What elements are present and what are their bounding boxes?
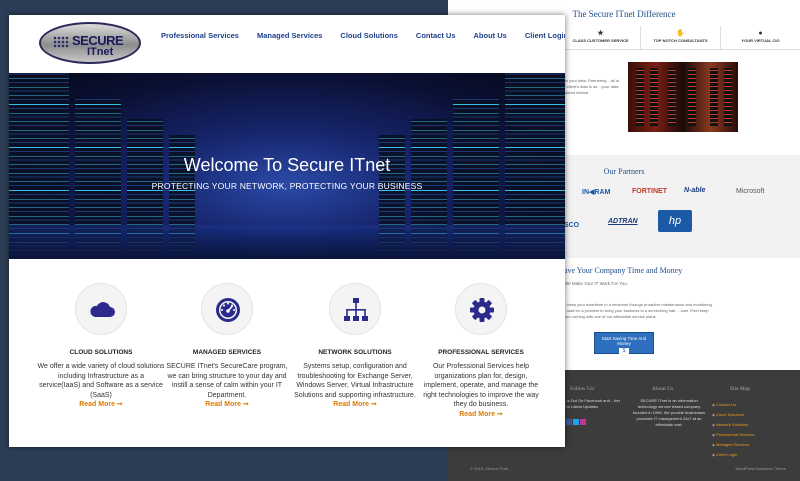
nav-cloud-solutions[interactable]: Cloud Solutions [340, 31, 398, 40]
site-header: SECURE ITnet Professional Services Manag… [9, 15, 565, 73]
sitemap-link[interactable]: Cloud Solutions [712, 410, 755, 420]
service-title: MANAGED SERVICES [192, 349, 262, 356]
tab-customer-service[interactable]: ★ CLASS CUSTOMER SERVICE [560, 26, 640, 49]
follow-title: Follow Us! [570, 386, 595, 392]
hero-title: Welcome To Secure ITnet [183, 155, 391, 175]
service-title: CLOUD SOLUTIONS [69, 349, 133, 356]
sitemap-link[interactable]: Client Login [712, 450, 755, 460]
service-description: SECURE ITnet's SecureCare program, we ca… [166, 363, 288, 408]
star-icon: ★ [597, 30, 604, 37]
tab-virtual-cio[interactable]: ● YOUR VIRTUAL CIO [720, 26, 800, 49]
facebook-icon[interactable] [566, 419, 572, 425]
service-title: NETWORK SOLUTIONS [318, 349, 392, 356]
hero-subtitle: PROTECTING YOUR NETWORK, PROTECTING YOUR… [151, 181, 423, 191]
about-text: SECURE ITnet is an information technolog… [632, 398, 706, 427]
service-icon-circle[interactable] [455, 283, 507, 335]
network-icon [344, 298, 368, 321]
sitemap-link[interactable]: Managed Services [712, 440, 755, 450]
service-description: We offer a wide variety of cloud solutio… [37, 363, 165, 408]
service-card-professional: PROFESSIONAL SERVICES Our Professional S… [417, 271, 545, 419]
hero-banner: Welcome To Secure ITnet PROTECTING YOUR … [9, 73, 565, 259]
services-section: CLOUD SOLUTIONS We offer a wide variety … [9, 271, 565, 447]
service-card-managed: MANAGED SERVICES SECURE ITnet's SecureCa… [163, 271, 291, 410]
partner-logo-adtran[interactable]: ADTRAN [608, 218, 638, 225]
save-title: ave Your Company Time and Money [564, 266, 683, 275]
follow-text: ...s Out On Facebook and ...tter For Lat… [564, 398, 621, 409]
main-nav: Professional Services Managed Services C… [161, 31, 565, 40]
about-title: About Us [652, 386, 674, 392]
partner-logo-ingram[interactable]: IN◀RAM [582, 188, 610, 196]
logo-text-itnet: ITnet [87, 46, 114, 58]
sitemap-title: Site Map [730, 386, 751, 392]
copyright: © 2015, Secure ITnet [470, 466, 509, 471]
server-room-photo [628, 62, 738, 132]
user-icon: ● [758, 30, 763, 37]
service-icon-circle[interactable] [201, 283, 253, 335]
partner-logo-fortinet[interactable]: FORTINET [632, 188, 667, 195]
cloud-icon [90, 302, 115, 317]
nav-contact-us[interactable]: Contact Us [416, 31, 456, 40]
sitemap-link[interactable]: Contact Us [712, 400, 755, 410]
social-icons [566, 412, 596, 425]
read-more-link[interactable]: Read More ➞ [205, 401, 249, 408]
sitemap-link[interactable]: Professional Services [712, 430, 754, 440]
nav-managed-services[interactable]: Managed Services [257, 31, 322, 40]
save-text: ...keep your downtime to a minimum throu… [564, 302, 713, 319]
service-icon-circle[interactable] [329, 283, 381, 335]
handshake-icon: ✋ [676, 30, 685, 37]
tab-consultants[interactable]: ✋ TOP NOTCH CONSULTANTS [640, 26, 720, 49]
twitter-icon[interactable] [573, 419, 579, 425]
instagram-icon[interactable] [580, 419, 586, 425]
read-more-link[interactable]: Read More ➞ [459, 411, 503, 418]
nav-professional-services[interactable]: Professional Services [161, 31, 239, 40]
difference-text: ...for your data. Partnering ...all of o… [560, 78, 620, 95]
read-more-link[interactable]: Read More ➞ [333, 401, 377, 408]
service-title: PROFESSIONAL SERVICES [438, 349, 524, 356]
hero-floor [9, 225, 565, 259]
sitemap-list: Contact Us Cloud Solutions Network Solut… [712, 400, 755, 460]
nav-client-login[interactable]: Client Login [525, 31, 565, 40]
gear-icon [470, 298, 494, 322]
read-more-link[interactable]: Read More ➞ [79, 401, 123, 408]
sitemap-link[interactable]: Network Solutions [712, 420, 755, 430]
partner-logo-hp[interactable]: hp [658, 210, 692, 232]
partner-logo-microsoft[interactable]: Microsoft [736, 188, 764, 195]
service-description: Our Professional Services help organizat… [423, 363, 539, 418]
dollar-icon: $ [619, 348, 629, 355]
start-saving-button[interactable]: Start Saving Time And Money $ [594, 332, 654, 355]
nav-about-us[interactable]: About Us [474, 31, 507, 40]
gauge-icon [216, 298, 240, 322]
partner-logo-nable[interactable]: N-able [684, 187, 705, 194]
service-description: Systems setup, configuration and trouble… [294, 363, 416, 408]
site-logo[interactable]: SECURE ITnet [39, 22, 141, 64]
service-icon-circle[interactable] [75, 283, 127, 335]
service-card-cloud: CLOUD SOLUTIONS We offer a wide variety … [37, 271, 165, 410]
service-card-network: NETWORK SOLUTIONS Systems setup, configu… [291, 271, 419, 410]
homepage-screenshot: SECURE ITnet Professional Services Manag… [9, 15, 565, 447]
theme-credit[interactable]: WordPress Business Theme [735, 466, 786, 471]
save-subtitle: We Make Your IT Work For You. [564, 281, 629, 286]
difference-tabs: ★ CLASS CUSTOMER SERVICE ✋ TOP NOTCH CONSU… [560, 26, 800, 50]
logo-dots [53, 36, 69, 48]
